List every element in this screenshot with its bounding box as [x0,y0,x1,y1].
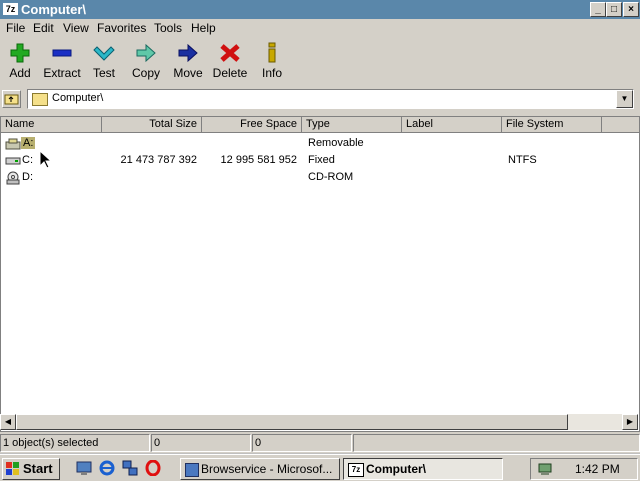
col-file-system[interactable]: File System [502,117,602,133]
delete-button[interactable]: Delete [208,38,252,84]
row-type: Fixed [308,154,335,166]
status-extra [353,434,640,452]
copy-button[interactable]: Copy [124,38,168,84]
app-window: 7z Computer\ _ □ × File Edit View Favori… [0,0,640,453]
table-row[interactable]: A: Removable [1,136,639,152]
move-label: Move [173,66,203,80]
folder-up-icon [4,94,19,105]
window-title: Computer\ [21,2,86,17]
internet-explorer-icon[interactable] [99,460,115,476]
title-bar[interactable]: 7z Computer\ _ □ × [0,0,640,19]
menu-tools[interactable]: Tools [154,21,182,35]
col-filler [602,117,639,133]
row-total-size: 21 473 787 392 [120,154,197,166]
col-name[interactable]: Name [1,117,102,133]
taskbar: Start Browservice - Microsof... 7z Compu… [0,454,640,481]
menu-view[interactable]: View [63,21,89,35]
test-label: Test [92,66,115,80]
table-row[interactable]: D: CD-ROM [1,170,639,186]
row-name: D: [22,171,33,183]
row-type: Removable [308,137,364,149]
row-name: C: [22,154,33,166]
app-logo: 7z [348,463,364,477]
address-row: Computer\ ▼ [0,88,640,110]
menu-file[interactable]: File [6,21,25,35]
floppy-drive-icon [5,138,21,150]
delete-label: Delete [212,66,248,80]
col-free-space[interactable]: Free Space [202,117,302,133]
close-button[interactable]: × [623,2,639,17]
address-combo[interactable]: Computer\ ▼ [27,89,634,109]
task-browservice[interactable]: Browservice - Microsof... [180,458,340,480]
opera-icon[interactable] [145,460,161,476]
menu-edit[interactable]: Edit [33,21,54,35]
table-row[interactable]: C: 21 473 787 392 12 995 581 952 Fixed N… [1,153,639,169]
copy-label: Copy [131,66,160,80]
row-name: A: [21,137,36,149]
plus-icon [10,43,30,63]
scroll-thumb[interactable] [16,414,568,430]
mouse-cursor-icon [39,150,53,169]
cd-drive-icon [6,171,20,185]
start-label: Start [23,461,53,476]
arrow-right-icon [178,43,198,63]
network-icon[interactable] [122,460,138,476]
arrow-right-outline-icon [136,43,156,63]
menu-help[interactable]: Help [191,21,216,35]
add-button[interactable]: Add [0,38,42,84]
add-label: Add [9,66,31,80]
status-selected: 1 object(s) selected [0,434,150,452]
windows-logo-icon [6,462,19,475]
minus-icon [52,49,72,57]
test-button[interactable]: Test [82,38,126,84]
info-icon [268,42,276,63]
desktop-icon[interactable] [76,460,92,476]
status-size: 0 [151,434,251,452]
folder-icon [32,93,48,106]
menu-favorites[interactable]: Favorites [97,21,146,35]
col-label[interactable]: Label [402,117,502,133]
row-free-space: 12 995 581 952 [220,154,297,166]
col-total-size[interactable]: Total Size [102,117,202,133]
horizontal-scrollbar[interactable]: ◀ ▶ [0,414,638,430]
row-type: CD-ROM [308,171,354,183]
status-bar: 1 object(s) selected 0 0 [0,434,640,452]
file-list: Name Total Size Free Space Type Label Fi… [0,116,640,432]
extract-label: Extract [43,66,81,80]
scroll-left-icon[interactable]: ◀ [0,414,16,430]
task-computer[interactable]: 7z Computer\ [343,458,503,480]
x-icon [220,44,240,62]
system-tray: 1:42 PM [530,458,638,480]
start-button[interactable]: Start [2,458,60,480]
address-value: Computer\ [52,92,104,104]
task-label: Computer\ [366,462,426,476]
window-icon [185,463,199,477]
hard-drive-icon [5,157,21,165]
task-label: Browservice - Microsof... [201,462,333,476]
network-tray-icon[interactable] [537,461,553,477]
info-label: Info [261,66,282,80]
maximize-button[interactable]: □ [606,2,622,17]
chevron-down-icon[interactable]: ▼ [616,90,633,108]
app-logo: 7z [3,3,18,15]
col-type[interactable]: Type [302,117,402,133]
row-file-system: NTFS [508,154,537,166]
check-icon [93,46,115,61]
status-packed: 0 [252,434,352,452]
parent-folder-button[interactable] [2,90,21,108]
clock[interactable]: 1:42 PM [575,462,620,476]
minimize-button[interactable]: _ [590,2,606,17]
info-button[interactable]: Info [250,38,294,84]
extract-button[interactable]: Extract [40,38,84,84]
move-button[interactable]: Move [166,38,210,84]
menu-bar: File Edit View Favorites Tools Help [0,19,640,37]
scroll-right-icon[interactable]: ▶ [622,414,638,430]
toolbar: Add Extract Test Copy Move Delete Info [0,38,640,85]
